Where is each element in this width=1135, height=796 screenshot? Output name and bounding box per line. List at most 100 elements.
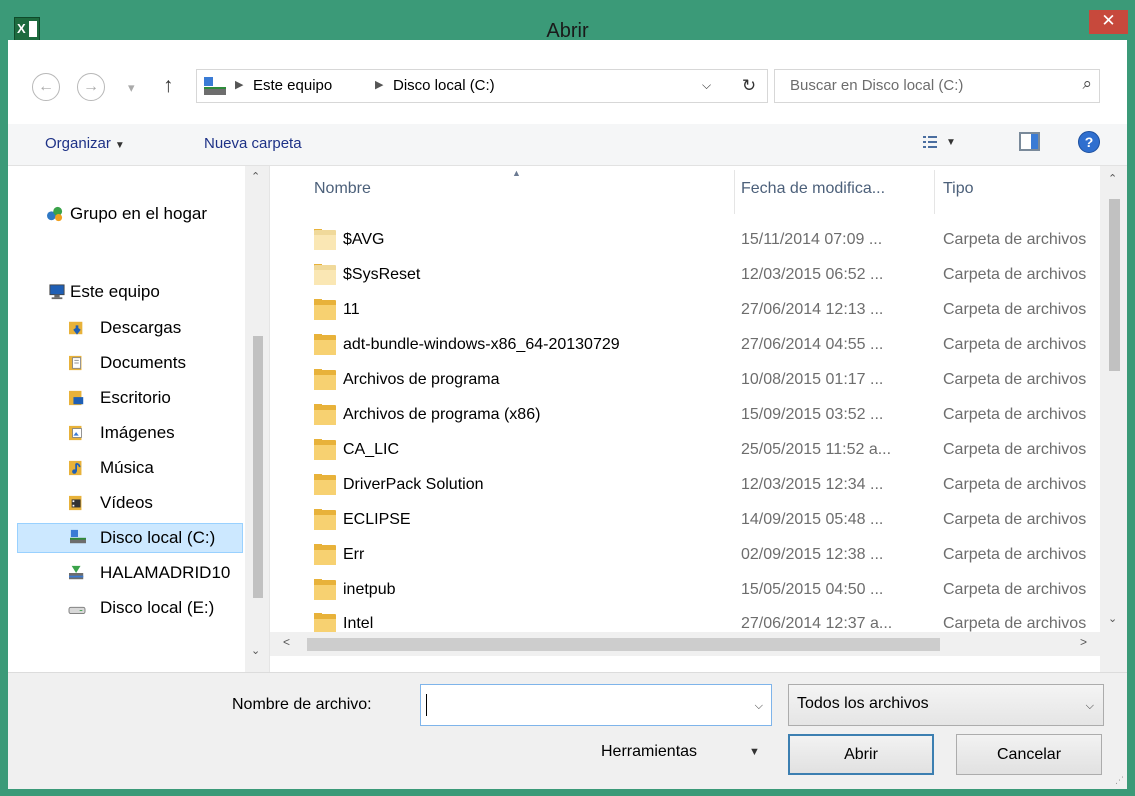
column-header-label: Nombre: [314, 180, 371, 197]
address-bar[interactable]: ▶ Este equipo ▶ Disco local (C:) ⌵ ↻: [196, 69, 768, 103]
homegroup-icon: [47, 206, 63, 222]
scroll-right-icon[interactable]: >: [1080, 635, 1087, 649]
navpane-item-documents[interactable]: Documents: [8, 349, 244, 379]
search-input[interactable]: Buscar en Disco local (C:) ⌕: [774, 69, 1100, 103]
navpane-item-videos[interactable]: Vídeos: [8, 489, 244, 519]
file-type: Carpeta de archivos: [943, 581, 1087, 598]
navpane-item-musica[interactable]: Música: [8, 454, 244, 484]
vertical-scrollbar[interactable]: ⌃ ⌄: [1100, 166, 1127, 672]
file-row[interactable]: inetpub 15/05/2015 04:50 ... Carpeta de …: [270, 573, 1100, 608]
view-options-icon[interactable]: [922, 134, 938, 150]
navpane-item-disco-local-e[interactable]: Disco local (E:): [8, 594, 244, 624]
tools-button[interactable]: Herramientas: [601, 743, 697, 761]
folder-icon: [314, 369, 336, 391]
forward-button[interactable]: →: [77, 73, 105, 101]
file-name: Archivos de programa: [343, 371, 500, 388]
scroll-down-icon[interactable]: ⌄: [251, 644, 260, 657]
vertical-scroll-thumb[interactable]: [1109, 199, 1120, 371]
scroll-down-icon[interactable]: ⌄: [1108, 612, 1117, 625]
file-list: Nombre ▲ Fecha de modifica... Tipo $AVG …: [270, 166, 1127, 672]
tools-dropdown-icon[interactable]: ▼: [749, 746, 760, 758]
navpane-item-descargas[interactable]: Descargas: [8, 314, 244, 344]
file-row[interactable]: Err 02/09/2015 12:38 ... Carpeta de arch…: [270, 538, 1100, 573]
file-row[interactable]: DriverPack Solution 12/03/2015 12:34 ...…: [270, 468, 1100, 503]
scroll-left-icon[interactable]: <: [283, 635, 290, 649]
column-divider[interactable]: [934, 170, 935, 214]
navpane-scroll-thumb[interactable]: [253, 336, 263, 598]
file-type-filter-value: Todos los archivos: [797, 695, 929, 712]
resize-grip-icon[interactable]: ⋰: [1115, 775, 1124, 786]
breadcrumb-este-equipo[interactable]: Este equipo: [253, 77, 332, 94]
file-name: Intel: [343, 615, 374, 632]
navpane-item-disco-local-c[interactable]: Disco local (C:): [17, 523, 243, 553]
help-icon[interactable]: ?: [1078, 131, 1100, 153]
back-button[interactable]: ←: [32, 73, 60, 101]
organize-label: Organizar: [45, 135, 111, 152]
navigation-pane: Grupo en el hogar Este equipo Descargas …: [8, 166, 270, 672]
navpane-item-escritorio[interactable]: Escritorio: [8, 384, 244, 414]
horizontal-scrollbar[interactable]: < >: [270, 632, 1100, 656]
file-row[interactable]: 11 27/06/2014 12:13 ... Carpeta de archi…: [270, 293, 1100, 328]
navpane-item-label: Vídeos: [100, 493, 153, 512]
sort-ascending-icon: ▲: [512, 168, 521, 178]
file-type-filter[interactable]: Todos los archivos ⌵: [788, 684, 1104, 726]
open-button[interactable]: Abrir: [788, 734, 934, 775]
file-name: $AVG: [343, 231, 385, 248]
filename-dropdown-icon[interactable]: ⌵: [755, 700, 763, 713]
file-row[interactable]: CA_LIC 25/05/2015 11:52 a... Carpeta de …: [270, 433, 1100, 468]
file-row[interactable]: Archivos de programa 10/08/2015 01:17 ..…: [270, 363, 1100, 398]
navpane-item-label: Imágenes: [100, 423, 175, 442]
chevron-down-icon: ▼: [114, 140, 125, 151]
search-placeholder: Buscar en Disco local (C:): [790, 77, 964, 94]
file-name: $SysReset: [343, 266, 421, 283]
view-dropdown-icon[interactable]: ▼: [946, 137, 956, 148]
navpane-item-imagenes[interactable]: Imágenes: [8, 419, 244, 449]
navpane-item-label: Escritorio: [100, 388, 171, 407]
navpane-item-este-equipo[interactable]: Este equipo: [8, 278, 244, 308]
recent-locations-button[interactable]: ▾: [128, 80, 135, 96]
address-dropdown-icon[interactable]: ⌵: [702, 78, 711, 93]
column-header-date[interactable]: Fecha de modifica...: [741, 166, 931, 214]
folder-icon: [314, 404, 336, 426]
file-row[interactable]: adt-bundle-windows-x86_64-20130729 27/06…: [270, 328, 1100, 363]
column-header-name[interactable]: Nombre ▲: [314, 166, 734, 214]
documents-icon: [69, 355, 82, 371]
file-name: Archivos de programa (x86): [343, 406, 541, 423]
file-row[interactable]: $SysReset 12/03/2015 06:52 ... Carpeta d…: [270, 258, 1100, 293]
close-button[interactable]: ✕: [1089, 10, 1128, 34]
breadcrumb-disco-local-c[interactable]: Disco local (C:): [393, 77, 495, 94]
file-type: Carpeta de archivos: [943, 511, 1087, 528]
network-drive-icon: [69, 565, 84, 580]
new-folder-button[interactable]: Nueva carpeta: [204, 135, 302, 152]
filename-input[interactable]: ⌵: [420, 684, 772, 726]
organize-button[interactable]: Organizar ▼: [45, 135, 125, 152]
search-icon[interactable]: ⌕: [1082, 74, 1092, 94]
file-type: Carpeta de archivos: [943, 406, 1087, 423]
dialog-client: ← → ▾ ↑ ▶ Este equipo ▶ Disco local (C:)…: [8, 40, 1127, 789]
navpane-item-homegroup[interactable]: Grupo en el hogar: [8, 200, 244, 230]
up-button[interactable]: ↑: [163, 74, 174, 98]
text-cursor: [426, 694, 427, 716]
navpane-item-label: Este equipo: [70, 282, 160, 301]
scroll-up-icon[interactable]: ⌃: [1108, 172, 1117, 185]
file-row[interactable]: ECLIPSE 14/09/2015 05:48 ... Carpeta de …: [270, 503, 1100, 538]
navpane-scrollbar[interactable]: ⌃ ⌄: [245, 166, 269, 672]
preview-pane-icon[interactable]: [1019, 132, 1040, 151]
file-row[interactable]: $AVG 15/11/2014 07:09 ... Carpeta de arc…: [270, 223, 1100, 258]
column-header-type[interactable]: Tipo: [943, 166, 1093, 214]
column-divider[interactable]: [734, 170, 735, 214]
navpane-item-label: Disco local (C:): [100, 528, 216, 547]
navpane-item-halamadrid10[interactable]: HALAMADRID10: [8, 559, 244, 589]
file-name: CA_LIC: [343, 441, 400, 458]
file-type: Carpeta de archivos: [943, 476, 1087, 493]
cancel-button[interactable]: Cancelar: [956, 734, 1102, 775]
file-type: Carpeta de archivos: [943, 546, 1087, 563]
scroll-up-icon[interactable]: ⌃: [251, 170, 260, 183]
horizontal-scroll-thumb[interactable]: [307, 638, 940, 651]
dialog-footer: Nombre de archivo: ⌵ Todos los archivos …: [8, 672, 1127, 789]
refresh-button[interactable]: ↻: [730, 73, 767, 99]
desktop-icon: [69, 390, 84, 406]
downloads-icon: [69, 321, 83, 335]
file-type: Carpeta de archivos: [943, 371, 1087, 388]
file-row[interactable]: Archivos de programa (x86) 15/09/2015 03…: [270, 398, 1100, 433]
